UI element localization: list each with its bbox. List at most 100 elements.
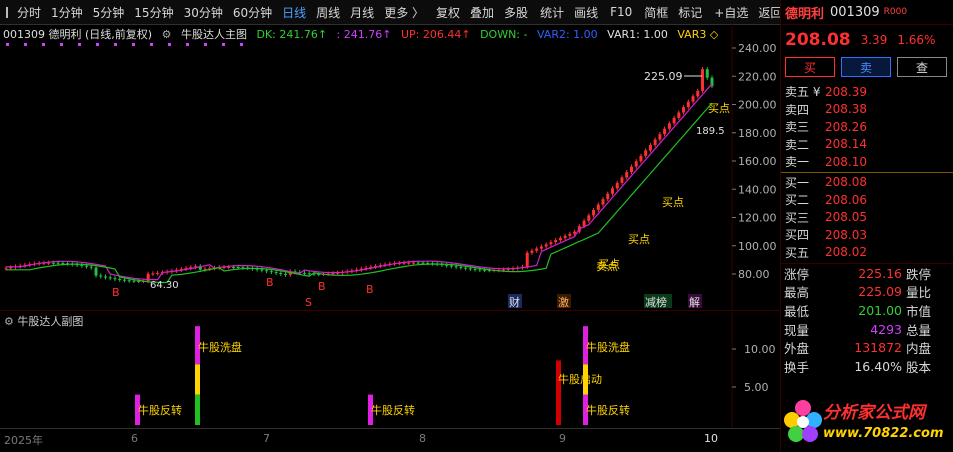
stat-label-2: 股本 [906,359,932,375]
candle-body [473,268,477,270]
trade-buttons: 买 卖 查 [781,55,953,83]
candle-body [606,193,610,200]
candle-body [634,161,638,167]
candle-body [691,96,695,102]
grid-icon[interactable] [6,6,8,18]
ask-level-row[interactable]: 卖一 208.10 [781,153,953,171]
toolbar-item-9[interactable]: 更多 〉 [379,4,429,21]
candle-body [459,266,463,268]
low-price-label: 64.30 [150,280,179,291]
toolbar-item-16[interactable]: 简框 [639,4,673,21]
candle-body [274,272,278,274]
toolbar-item-10[interactable]: 复权 [431,4,465,21]
toolbar-item-12[interactable]: 多股 [499,4,533,21]
candle-body [625,172,629,178]
bid-level-row[interactable]: 买五 208.02 [781,244,953,262]
toolbar-item-4[interactable]: 30分钟 [179,4,228,21]
stat-label-2: 量比 [906,285,932,301]
stat-label: 最低 [784,303,810,319]
date-month-6: 6 [131,432,138,445]
toolbar-item-5[interactable]: 60分钟 [228,4,277,21]
event-tag-unlock: 解 [689,295,700,309]
stat-value: 201.00 [858,302,902,318]
bid-level-row[interactable]: 买一 208.08 [781,174,953,192]
ask-level-row[interactable]: 卖二 208.14 [781,136,953,154]
sell-button[interactable]: 卖 [841,57,891,77]
bid-level-row[interactable]: 买三 208.05 [781,209,953,227]
toolbar-item-13[interactable]: 统计 [535,4,569,21]
candle-body [644,150,648,156]
gear-icon[interactable]: ⚙ [162,28,172,41]
y-tick-label: 180.00 [738,127,777,140]
wash-signal-bar [195,364,200,395]
ask-level-row[interactable]: 卖三 208.26 [781,118,953,136]
y-tick-label: 200.00 [738,99,777,112]
toolbar-item-15[interactable]: F10 [605,5,637,19]
stat-value: 4293 [870,321,902,337]
candle-body [530,250,534,253]
flower-logo-icon [784,400,822,442]
dot-marker [24,43,27,46]
toolbar-item-6[interactable]: 日线 [277,4,311,21]
y-tick-label: 120.00 [738,212,777,225]
toolbar-item-0[interactable]: 分时 [12,4,46,21]
up-value: UP: 206.44↑ [400,28,471,41]
candle-body [601,199,605,205]
toolbar-item-18[interactable]: +自选 [709,4,753,21]
dot-marker [150,43,153,46]
candle-body [156,272,160,274]
bid-level-row[interactable]: 买四 208.03 [781,226,953,244]
stock-code: 001309 [830,4,880,20]
logo-text: 分析家公式网 [823,403,925,423]
stat-row: 现量 4293 总量 [781,320,953,339]
site-logo: 分析家公式网 www.70822.com [781,392,953,451]
toolbar-item-7[interactable]: 周线 [311,4,345,21]
dot-marker [6,43,9,46]
candle-body [582,220,586,227]
toolbar-item-3[interactable]: 15分钟 [129,4,178,21]
candle-body [80,264,84,266]
indicator-name[interactable]: 牛股达人主图 [181,28,247,41]
candle-body [468,268,472,270]
toolbar-item-1[interactable]: 1分钟 [46,4,88,21]
candle-body [132,280,136,282]
sub-indicator-chart[interactable]: ⚙ 牛股达人副图 10.00 5.00 牛股反转 牛股洗盘 牛股反转 牛股启动 牛股洗盘 牛股… [0,310,780,429]
toolbar-item-2[interactable]: 5分钟 [88,4,130,21]
reverse-label: 牛股反转 [138,403,182,417]
bid-level-price: 208.02 [825,245,867,260]
candle-body [478,269,482,271]
ask-level-label: 卖五 ¥ [785,85,821,100]
sub-y-tick-label: 10.00 [744,343,776,356]
ma-line [6,102,713,284]
toolbar-item-8[interactable]: 月线 [345,4,379,21]
ask-level-price: 208.39 [825,84,867,99]
buy-button[interactable]: 买 [785,57,835,77]
candle-body [573,231,577,234]
toolbar-item-14[interactable]: 画线 [569,4,603,21]
price-change-pct: 1.66% [897,33,936,47]
toolbar-item-11[interactable]: 叠加 [465,4,499,21]
candle-body [535,248,539,251]
gear-icon[interactable]: ⚙ [4,315,14,328]
bid-level-row[interactable]: 买二 208.06 [781,191,953,209]
stat-label: 现量 [784,322,810,338]
var1-value: VAR1: 1.00 [607,28,668,41]
candle-body [539,246,543,249]
main-kline-chart[interactable]: 001309 德明利 (日线,前复权) ⚙ 牛股达人主图 DK: 241.76↑… [0,24,780,310]
dot-marker [114,43,117,46]
b-signal-label: B [366,283,374,296]
candle-body [610,188,614,194]
dk2-value: : 241.76↑ [336,28,392,41]
ask-level-row[interactable]: 卖四 208.38 [781,101,953,119]
quote-header: 德明利 001309 R000 [781,0,953,25]
ask-level-label: 卖三 [785,120,810,135]
toolbar-item-17[interactable]: 标记 [673,4,707,21]
date-month-8: 8 [419,432,426,445]
ask-level-row[interactable]: 卖五 ¥ 208.39 [781,83,953,101]
query-button[interactable]: 查 [897,57,947,77]
candle-body [265,270,269,272]
candle-body [284,273,288,275]
event-tag-reduce: 减榜 [645,295,667,309]
candle-body [236,266,240,268]
sub-indicator-name[interactable]: 牛股达人副图 [17,315,83,328]
